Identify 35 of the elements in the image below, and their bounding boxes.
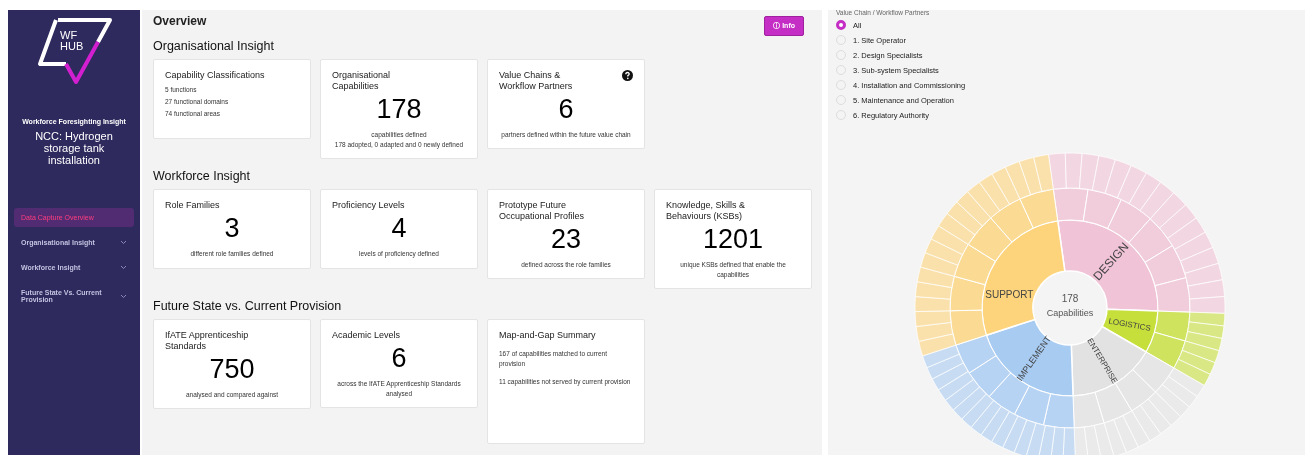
section-heading: Organisational Insight	[153, 39, 275, 53]
center-label: Capabilities	[1046, 308, 1094, 318]
card-title: Prototype Future Occupational Profiles	[499, 200, 586, 222]
stat-value: 23	[549, 224, 582, 255]
chevron-down-icon	[120, 293, 127, 299]
segment-label: SUPPORT	[985, 288, 1034, 300]
card-title: Knowledge, Skills & Behaviours (KSBs)	[666, 200, 747, 222]
stat-value: 6	[390, 343, 408, 374]
stat-value: 3	[223, 213, 241, 244]
center-value: 178	[1061, 293, 1079, 304]
stat-value: 750	[208, 354, 256, 385]
card-title: Role Families	[165, 200, 220, 211]
card-title: Organisational Capabilities	[332, 70, 392, 92]
chevron-down-icon	[120, 265, 127, 270]
radio-button[interactable]	[836, 20, 846, 30]
card-title: Academic Levels	[332, 330, 401, 341]
logo-text: WF HUB	[60, 30, 84, 52]
section-heading: Workforce Insight	[153, 169, 252, 183]
sunburst-segment[interactable]	[922, 318, 1076, 455]
card-title: Capability Classifications	[165, 70, 265, 81]
stat-value: 6	[557, 94, 575, 125]
stat-value: 4	[390, 213, 408, 244]
card-title: Proficiency Levels	[332, 200, 405, 211]
card-title: IfATE Apprenticeship Standards	[165, 330, 250, 352]
segment-label: LOGISTICS	[1107, 316, 1152, 333]
stat-value: 178	[375, 94, 423, 125]
logo-mark-icon	[36, 16, 112, 86]
card-title: Map-and-Gap Summary	[499, 330, 596, 341]
section-heading: Future State vs. Current Provision	[153, 299, 343, 313]
chevron-down-icon	[120, 240, 127, 245]
page-title: Overview	[153, 14, 207, 28]
stat-value: 1201	[701, 224, 765, 255]
card-title: Value Chains & Workflow Partners	[499, 70, 574, 92]
help-icon[interactable]	[622, 70, 633, 81]
project-title: NCC: Hydrogen storage tank installation	[34, 130, 114, 166]
